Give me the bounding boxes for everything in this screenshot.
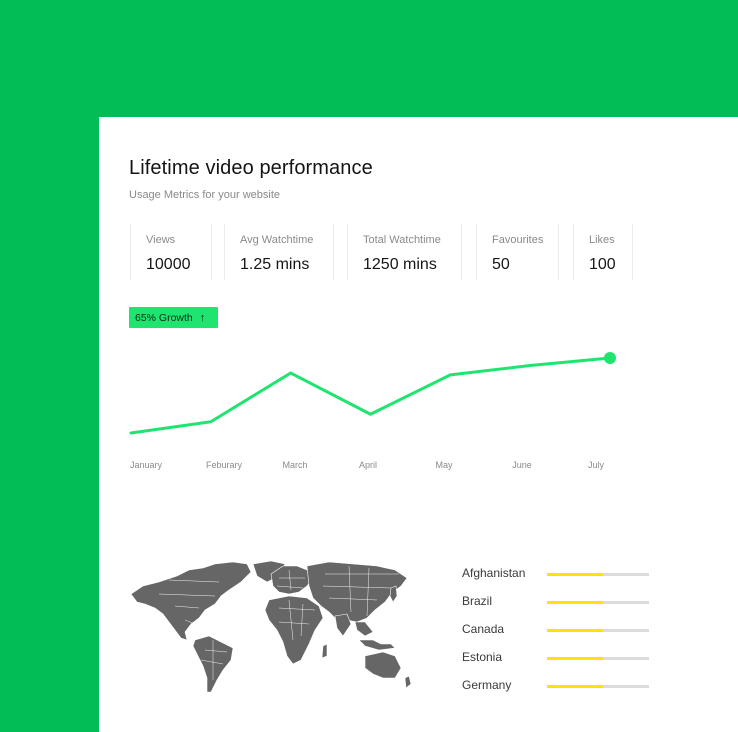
country-bar-track (547, 685, 649, 688)
performance-card: Lifetime video performance Usage Metrics… (99, 117, 738, 732)
map-north-america (130, 561, 252, 641)
country-bar-fill (547, 685, 604, 688)
country-name: Brazil (462, 594, 493, 608)
map-australia (364, 651, 402, 679)
world-map-image (130, 560, 412, 693)
country-name: Germany (462, 678, 512, 692)
country-bar-fill (547, 657, 604, 660)
country-bar-track (547, 573, 649, 576)
x-axis-label: Feburary (205, 460, 243, 470)
map-indonesia (358, 639, 396, 651)
x-axis-label: May (435, 460, 453, 470)
x-axis-label: March (282, 460, 308, 470)
x-axis-label: June (512, 460, 532, 470)
country-bar-track (547, 629, 649, 632)
x-axis-label: July (587, 460, 605, 470)
x-axis-label: January (129, 460, 163, 470)
chart-series-line (129, 356, 612, 435)
map-madagascar (321, 643, 328, 659)
map-africa (264, 595, 324, 665)
country-bar-fill (547, 573, 604, 576)
map-japan (389, 585, 398, 603)
country-name: Canada (462, 622, 505, 636)
country-bar-track (547, 601, 649, 604)
map-southeast-asia (354, 621, 374, 637)
map-new-zealand (404, 675, 412, 689)
country-bar-fill (547, 629, 604, 632)
country-name: Afghanistan (462, 566, 526, 580)
x-axis-label: April (358, 460, 378, 470)
country-bar-fill (547, 601, 604, 604)
growth-line-chart (129, 352, 616, 435)
map-europe (270, 565, 314, 595)
map-india (334, 613, 352, 637)
country-bar-track (547, 657, 649, 660)
chart-end-point (604, 352, 616, 364)
country-name: Estonia (462, 650, 503, 664)
